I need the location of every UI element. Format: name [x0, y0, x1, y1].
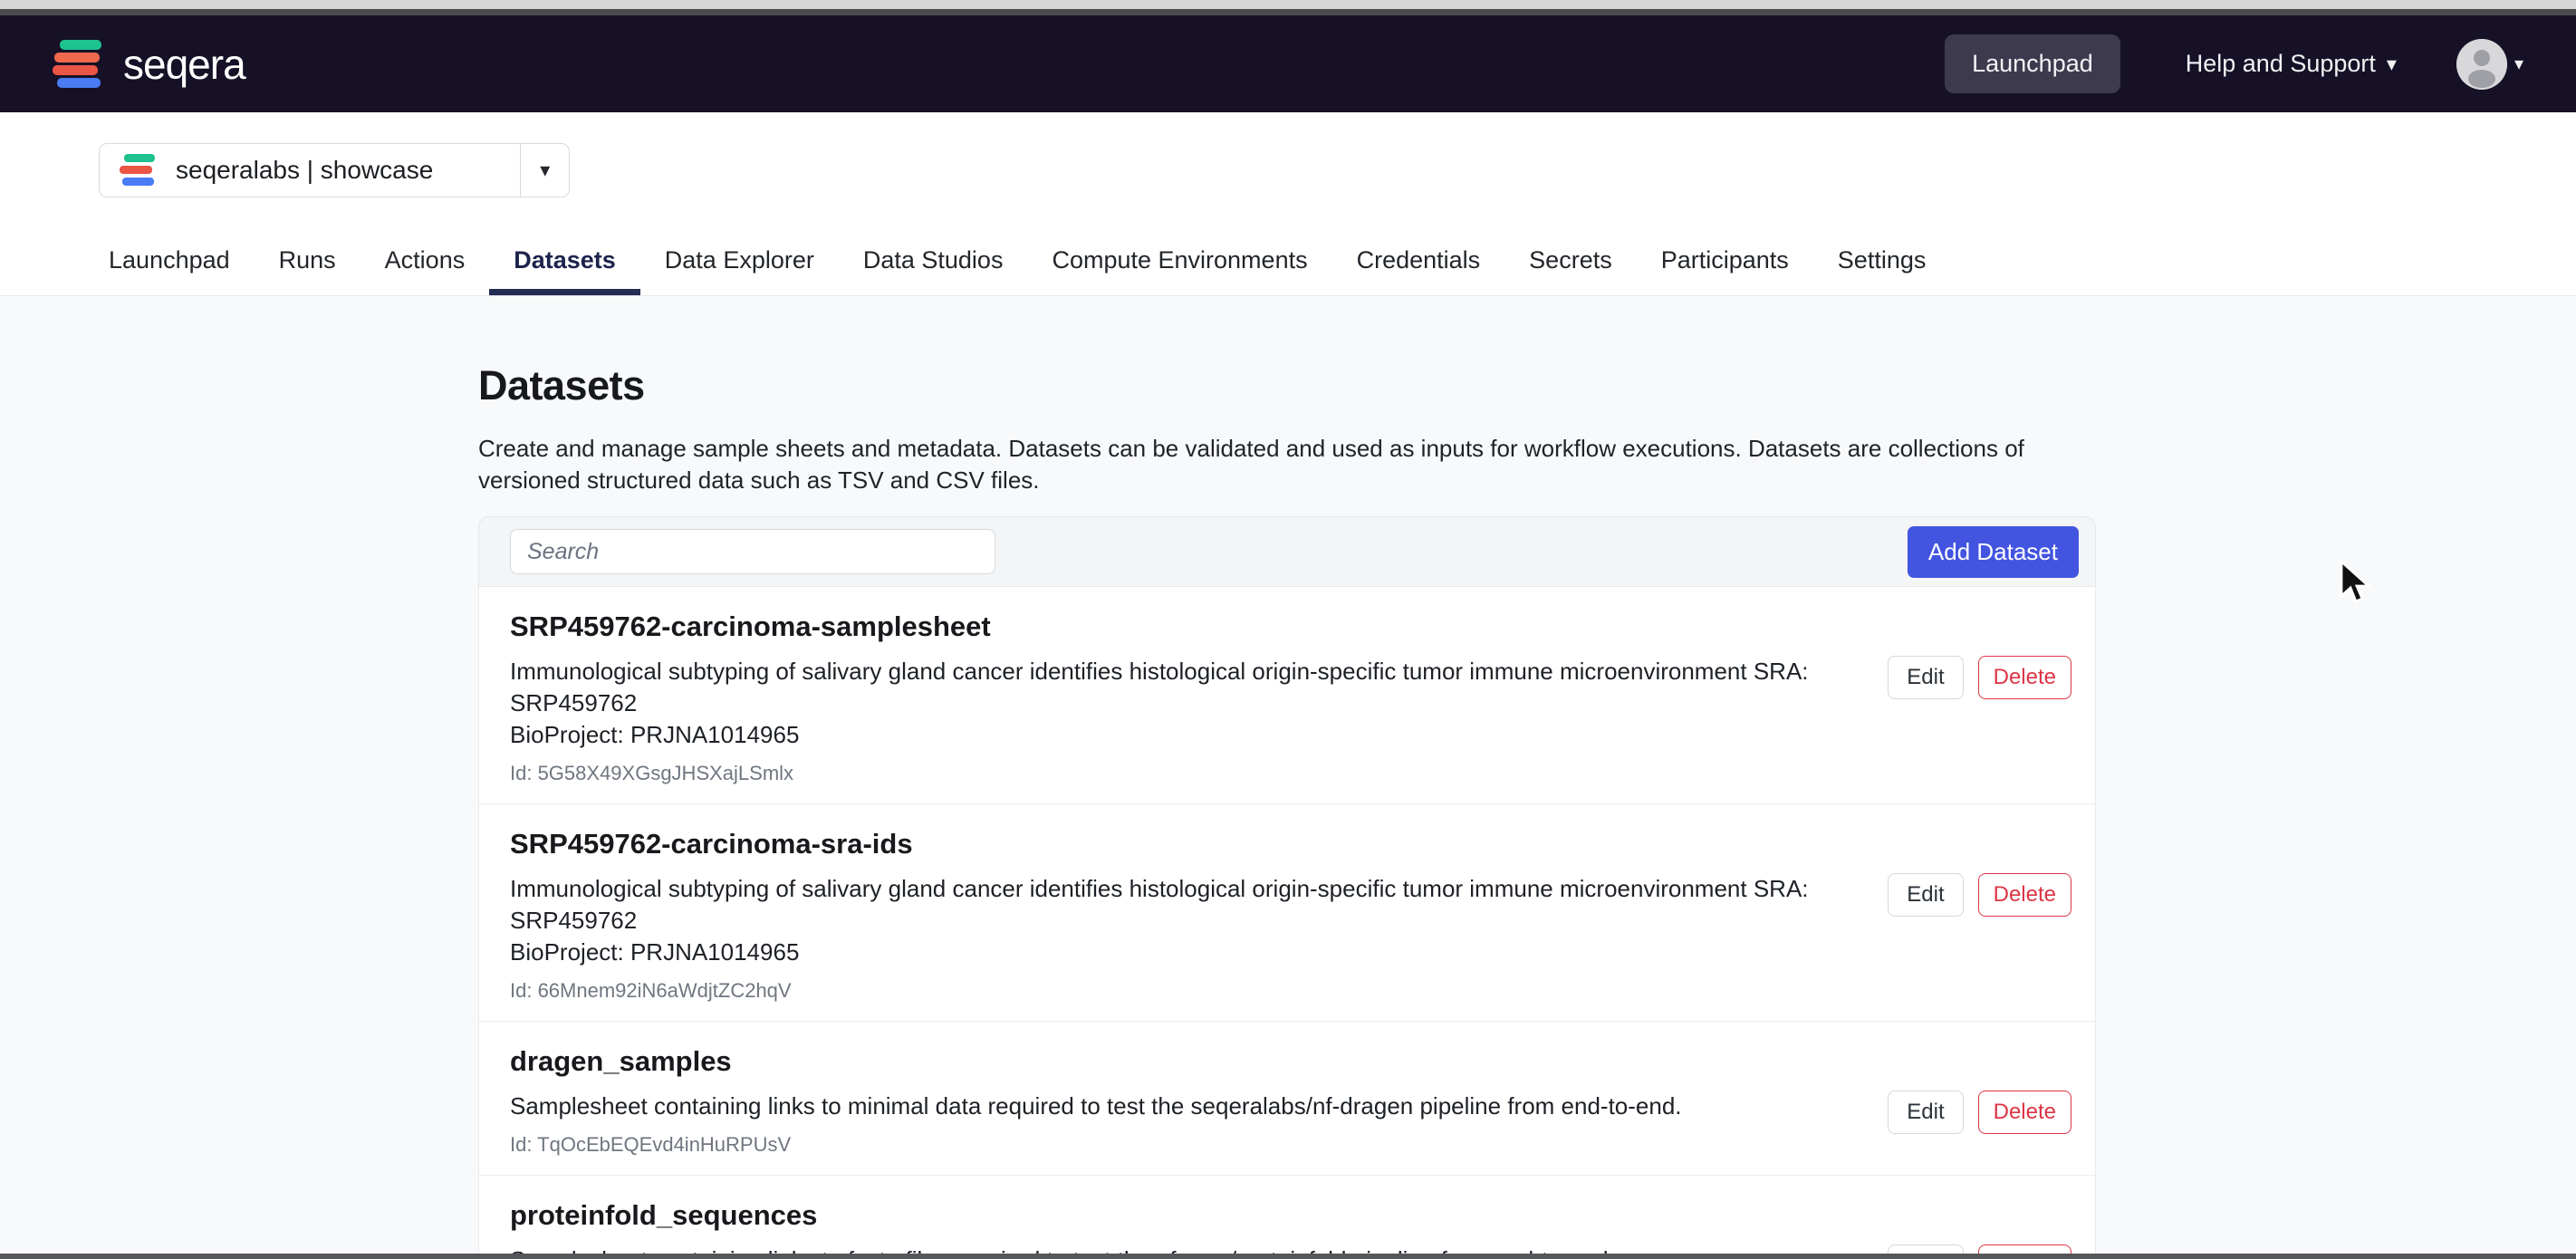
chevron-down-icon: ▾	[540, 159, 551, 181]
add-dataset-button[interactable]: Add Dataset	[1907, 525, 2079, 578]
workspace-tabs: Launchpad Runs Actions Datasets Data Exp…	[84, 228, 1950, 295]
help-and-support-label: Help and Support	[2185, 50, 2376, 77]
page-description: Create and manage sample sheets and meta…	[478, 435, 2024, 494]
tab-launchpad[interactable]: Launchpad	[84, 228, 255, 295]
delete-button[interactable]: Delete	[1977, 1091, 2071, 1134]
edit-button[interactable]: Edit	[1888, 1245, 1964, 1254]
dataset-name-link[interactable]: SRP459762-carcinoma-samplesheet	[510, 610, 2064, 643]
user-menu[interactable]: ▾	[2456, 38, 2523, 90]
delete-button[interactable]: Delete	[1977, 656, 2071, 699]
workspace-name: seqeralabs | showcase	[176, 156, 434, 184]
workspace-icon	[120, 152, 158, 188]
top-navbar: seqera Launchpad Help and Support ▾ ▾	[0, 15, 2576, 112]
launchpad-button[interactable]: Launchpad	[1945, 34, 2120, 93]
datasets-list: SRP459762-carcinoma-samplesheet Immunolo…	[478, 587, 2096, 1254]
chevron-down-icon: ▾	[2514, 54, 2523, 74]
tab-datasets[interactable]: Datasets	[489, 228, 640, 295]
dataset-id: Id: 66Mnem92iN6aWdjtZC2hqV	[510, 979, 792, 1002]
tab-data-studios[interactable]: Data Studios	[839, 228, 1028, 295]
edit-button[interactable]: Edit	[1888, 656, 1964, 699]
seqera-logo-icon	[53, 38, 107, 91]
workspace-header: seqeralabs | showcase ▾ Launchpad Runs A…	[0, 112, 2576, 296]
seqera-logo[interactable]: seqera	[53, 38, 246, 91]
window-chrome-top	[0, 0, 2576, 9]
window-chrome-bottom	[0, 1254, 2576, 1259]
chevron-down-icon: ▾	[2386, 52, 2397, 75]
tab-actions[interactable]: Actions	[360, 228, 490, 295]
help-and-support-menu[interactable]: Help and Support ▾	[2186, 50, 2397, 78]
workspace-selector[interactable]: seqeralabs | showcase ▾	[99, 143, 571, 197]
dataset-description: Immunological subtyping of salivary glan…	[510, 658, 1809, 748]
dataset-row: SRP459762-carcinoma-samplesheet Immunolo…	[479, 587, 2095, 804]
window-chrome-divider	[0, 9, 2576, 15]
dataset-id: Id: TqOcEbEQEvd4inHuRPUsV	[510, 1133, 792, 1156]
search-input[interactable]	[510, 529, 995, 574]
dataset-description: Samplesheet containing links to minimal …	[510, 1092, 1682, 1120]
datasets-card: Add Dataset SRP459762-carcinoma-samplesh…	[478, 516, 2096, 1254]
dataset-name-link[interactable]: dragen_samples	[510, 1045, 2064, 1078]
tab-runs[interactable]: Runs	[255, 228, 360, 295]
tab-settings[interactable]: Settings	[1813, 228, 1951, 295]
tab-secrets[interactable]: Secrets	[1504, 228, 1637, 295]
dataset-description: Samplesheet containing links to fasta fi…	[510, 1245, 1850, 1254]
dataset-row: dragen_samples Samplesheet containing li…	[479, 1022, 2095, 1176]
dataset-description: Immunological subtyping of salivary glan…	[510, 875, 1809, 966]
dataset-id: Id: 5G58X49XGsgJHSXajLSmlx	[510, 762, 794, 784]
page-title: Datasets	[478, 362, 645, 408]
avatar	[2456, 38, 2507, 90]
tab-data-explorer[interactable]: Data Explorer	[640, 228, 839, 295]
edit-button[interactable]: Edit	[1888, 873, 1964, 917]
dataset-row: SRP459762-carcinoma-sra-ids Immunologica…	[479, 804, 2095, 1022]
dataset-row: proteinfold_sequences Samplesheet contai…	[479, 1176, 2095, 1254]
tab-compute-environments[interactable]: Compute Environments	[1027, 228, 1331, 295]
delete-button[interactable]: Delete	[1977, 1245, 2071, 1254]
delete-button[interactable]: Delete	[1977, 873, 2071, 917]
main-content: Datasets Create and manage sample sheets…	[0, 297, 2576, 1254]
dataset-name-link[interactable]: proteinfold_sequences	[510, 1199, 2064, 1232]
dataset-name-link[interactable]: SRP459762-carcinoma-sra-ids	[510, 828, 2064, 860]
brand-name: seqera	[123, 40, 246, 88]
tab-credentials[interactable]: Credentials	[1332, 228, 1505, 295]
tab-participants[interactable]: Participants	[1637, 228, 1813, 295]
edit-button[interactable]: Edit	[1888, 1091, 1964, 1134]
datasets-toolbar: Add Dataset	[478, 516, 2096, 587]
workspace-dropdown-toggle[interactable]: ▾	[520, 144, 569, 197]
